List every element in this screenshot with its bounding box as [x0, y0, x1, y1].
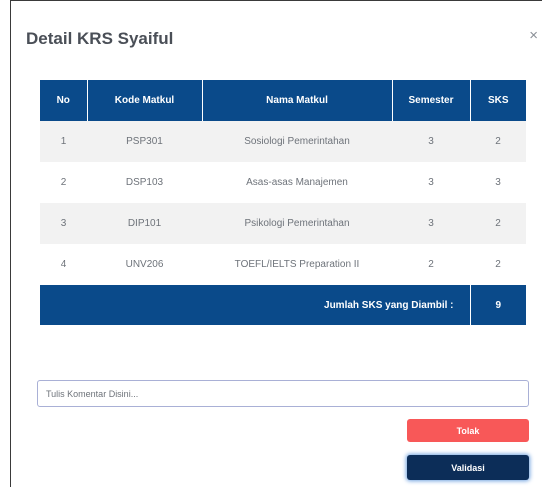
cell-sks: 3 — [470, 162, 526, 203]
close-icon[interactable]: × — [529, 28, 538, 43]
cell-nama-matkul: Sosiologi Pemerintahan — [202, 121, 392, 162]
table-row: 2 DSP103 Asas-asas Manajemen 3 3 — [40, 162, 526, 203]
cell-semester: 3 — [392, 162, 470, 203]
cell-nama-matkul: Psikologi Pemerintahan — [202, 203, 392, 244]
header-sks: SKS — [470, 80, 526, 121]
table-row: 4 UNV206 TOEFL/IELTS Preparation II 2 2 — [40, 244, 526, 285]
cell-sks: 2 — [470, 121, 526, 162]
header-semester: Semester — [392, 80, 471, 121]
cell-nama-matkul: TOEFL/IELTS Preparation II — [202, 244, 392, 285]
reject-button[interactable]: Tolak — [407, 419, 529, 442]
cell-kode-matkul: DIP101 — [87, 203, 202, 244]
cell-no: 3 — [40, 203, 87, 244]
total-sks-label: Jumlah SKS yang Diambil : — [40, 285, 470, 325]
cell-sks: 2 — [470, 244, 526, 285]
cell-no: 1 — [40, 121, 87, 162]
cell-kode-matkul: DSP103 — [87, 162, 202, 203]
cell-semester: 3 — [392, 203, 470, 244]
validate-button[interactable]: Validasi — [407, 455, 529, 480]
table-header-row: No Kode Matkul Nama Matkul Semester SKS — [40, 80, 526, 121]
cell-nama-matkul: Asas-asas Manajemen — [202, 162, 392, 203]
table-row: 3 DIP101 Psikologi Pemerintahan 3 2 — [40, 203, 526, 244]
cell-kode-matkul: PSP301 — [87, 121, 202, 162]
cell-sks: 2 — [470, 203, 526, 244]
modal-title: Detail KRS Syaiful — [26, 29, 174, 48]
cell-semester: 2 — [392, 244, 470, 285]
krs-table: No Kode Matkul Nama Matkul Semester SKS … — [40, 80, 526, 325]
cell-no: 2 — [40, 162, 87, 203]
table-total-row: Jumlah SKS yang Diambil : 9 — [40, 285, 526, 325]
total-sks-value: 9 — [469, 285, 526, 325]
table-row: 1 PSP301 Sosiologi Pemerintahan 3 2 — [40, 121, 526, 162]
header-no: No — [40, 80, 88, 121]
cell-kode-matkul: UNV206 — [87, 244, 202, 285]
header-kode-matkul: Kode Matkul — [87, 80, 203, 121]
cell-semester: 3 — [392, 121, 470, 162]
cell-no: 4 — [40, 244, 87, 285]
krs-detail-modal: Detail KRS Syaiful × No Kode Matkul Nama… — [10, 0, 542, 487]
header-nama-matkul: Nama Matkul — [202, 80, 393, 121]
comment-input[interactable] — [37, 380, 529, 407]
